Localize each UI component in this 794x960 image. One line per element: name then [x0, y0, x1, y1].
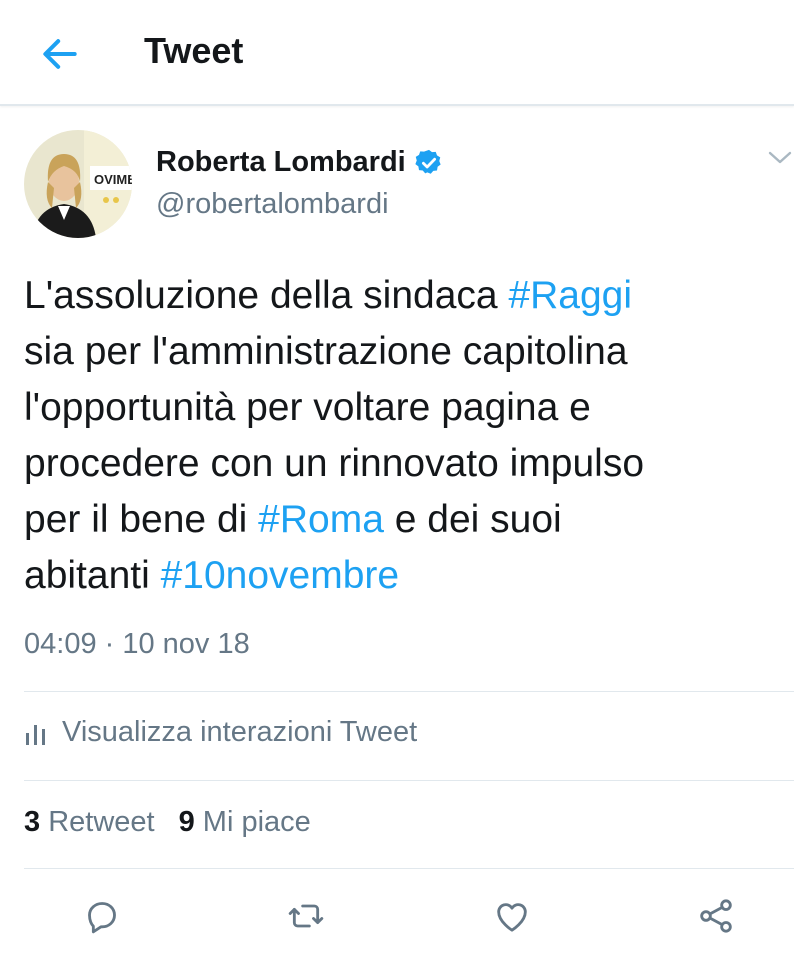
tweet-text-segment: abitanti — [24, 554, 161, 597]
share-button[interactable] — [692, 892, 740, 940]
like-button[interactable] — [488, 892, 536, 940]
retweets-stat[interactable]: 3 Retweet — [24, 806, 155, 839]
analytics-bars-icon — [26, 724, 45, 745]
heart-icon — [497, 903, 527, 932]
reply-icon — [88, 902, 116, 934]
tweet-text-line: L'assoluzione della sindaca #Raggi — [24, 268, 784, 324]
tweet-text-segment: sia per l'amministrazione capitolina — [24, 330, 628, 373]
back-arrow-icon — [43, 39, 77, 69]
top-app-bar: Tweet — [0, 0, 794, 106]
tweet-text-line: abitanti #10novembre — [24, 548, 784, 604]
likes-label: Mi piace — [202, 806, 311, 838]
divider — [24, 868, 794, 869]
hashtag-link[interactable]: #Roma — [258, 498, 384, 541]
retweets-count: 3 — [24, 806, 41, 838]
reply-button[interactable] — [78, 892, 126, 940]
tweet-text-segment: procedere con un rinnovato impulso — [24, 442, 645, 485]
tweet-text-segment: e dei suoi — [383, 498, 562, 541]
retweets-label: Retweet — [48, 806, 155, 838]
view-tweet-analytics-button[interactable]: Visualizza interazioni Tweet — [24, 716, 417, 749]
divider — [24, 691, 794, 692]
tweet-text-segment: l'opportunità per voltare pagina e — [24, 386, 591, 429]
tweet-text-line: sia per l'amministrazione capitolina — [24, 324, 784, 380]
more-options-button[interactable] — [766, 148, 794, 168]
likes-count: 9 — [178, 806, 195, 838]
back-button[interactable] — [36, 30, 84, 78]
tweet-text-line: procedere con un rinnovato impulso — [24, 436, 784, 492]
verified-badge-icon — [415, 149, 441, 174]
hashtag-link[interactable]: #Raggi — [508, 274, 632, 317]
author-name[interactable]: Roberta Lombardi — [156, 146, 406, 179]
chevron-down-icon — [768, 151, 792, 164]
avatar[interactable]: OVIMEI — [24, 130, 132, 238]
tweet-timestamp[interactable]: 04:09 · 10 nov 18 — [24, 628, 250, 661]
hashtag-link[interactable]: #10novembre — [161, 554, 400, 597]
avatar-logo-text: OVIMEI — [94, 172, 132, 187]
author-name-row[interactable]: Roberta Lombardi — [156, 146, 444, 179]
tweet-action-bar — [0, 892, 794, 948]
tweet-text-line: per il bene di #Roma e dei suoi — [24, 492, 784, 548]
tweet-stats: 3 Retweet 9 Mi piace — [24, 806, 311, 839]
tweet-text-segment: L'assoluzione della sindaca — [24, 274, 509, 317]
analytics-label: Visualizza interazioni Tweet — [62, 716, 418, 748]
divider — [24, 780, 794, 781]
retweet-icon — [288, 904, 324, 928]
tweet-text: L'assoluzione della sindaca #Raggi sia pe… — [24, 268, 784, 604]
tweet-text-line: l'opportunità per voltare pagina e — [24, 380, 784, 436]
page-title: Tweet — [144, 30, 244, 71]
author-handle[interactable]: @robertalombardi — [156, 188, 389, 221]
tweet-text-segment: per il bene di — [24, 498, 259, 541]
retweet-button[interactable] — [282, 892, 330, 940]
likes-stat[interactable]: 9 Mi piace — [179, 806, 311, 839]
share-icon — [700, 899, 732, 933]
